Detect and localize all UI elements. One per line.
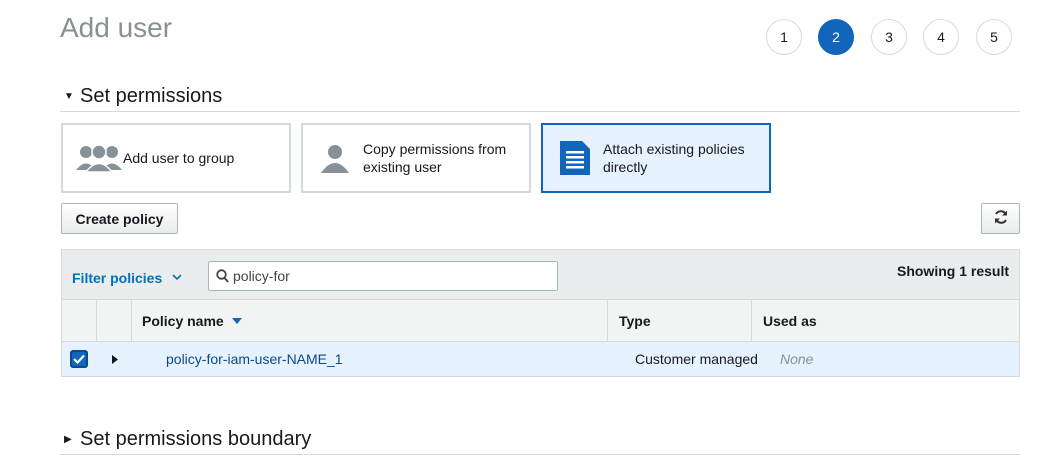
type-column-header[interactable]: Type bbox=[608, 300, 752, 342]
search-input[interactable] bbox=[233, 267, 553, 285]
create-policy-button[interactable]: Create policy bbox=[61, 203, 178, 234]
filter-policies-dropdown[interactable]: Filter policies bbox=[72, 268, 182, 286]
column-label: Type bbox=[619, 313, 651, 329]
table-header: Policy name Type Used as bbox=[62, 300, 1019, 342]
document-icon bbox=[543, 141, 603, 175]
policy-search bbox=[208, 261, 558, 291]
column-label: Policy name bbox=[142, 313, 224, 329]
filter-bar: Filter policies Showing 1 result bbox=[62, 250, 1019, 300]
policy-type: Customer managed bbox=[635, 351, 758, 367]
policy-used-as: None bbox=[780, 351, 814, 367]
row-select-cell bbox=[70, 342, 90, 376]
page-title: Add user bbox=[60, 12, 173, 43]
caret-down-icon: ▼ bbox=[64, 91, 74, 102]
chevron-down-icon bbox=[172, 268, 182, 284]
step-2[interactable]: 2 bbox=[818, 19, 854, 55]
search-icon bbox=[216, 269, 229, 288]
option-label: Attach existing policies directly bbox=[603, 141, 745, 175]
option-label: Add user to group bbox=[123, 150, 235, 166]
row-expand-toggle[interactable] bbox=[97, 342, 132, 376]
attach-policies-option[interactable]: Attach existing policies directly bbox=[541, 123, 771, 193]
result-count: Showing 1 result bbox=[896, 263, 1009, 279]
caret-right-icon bbox=[111, 351, 118, 367]
copy-permissions-option[interactable]: Copy permissions from existing user bbox=[301, 123, 531, 193]
option-label: Copy permissions from existing user bbox=[363, 141, 507, 175]
policies-table: Filter policies Showing 1 result Policy … bbox=[61, 249, 1020, 377]
policy-name-column-header[interactable]: Policy name bbox=[132, 300, 608, 342]
section-title: Set permissions boundary bbox=[80, 428, 312, 450]
used-as-column-header[interactable]: Used as bbox=[752, 300, 1019, 342]
policy-name-link[interactable]: policy-for-iam-user-NAME_1 bbox=[166, 342, 343, 376]
expand-column-header bbox=[97, 300, 132, 342]
step-4[interactable]: 4 bbox=[923, 19, 959, 55]
filter-label: Filter policies bbox=[72, 270, 163, 286]
set-permissions-header[interactable]: ▼ Set permissions bbox=[60, 82, 1020, 112]
step-3[interactable]: 3 bbox=[871, 19, 907, 55]
user-icon bbox=[303, 142, 363, 174]
step-5[interactable]: 5 bbox=[976, 19, 1012, 55]
step-1[interactable]: 1 bbox=[766, 19, 802, 55]
set-permissions-boundary-header[interactable]: ▶ Set permissions boundary bbox=[60, 425, 1020, 455]
sort-down-icon bbox=[231, 318, 242, 324]
group-icon bbox=[63, 142, 123, 174]
row-checkbox[interactable] bbox=[70, 350, 88, 368]
caret-right-icon: ▶ bbox=[64, 434, 72, 445]
add-user-to-group-option[interactable]: Add user to group bbox=[61, 123, 291, 193]
refresh-button[interactable] bbox=[981, 203, 1020, 234]
select-column-header bbox=[62, 300, 97, 342]
refresh-icon bbox=[993, 209, 1009, 228]
column-label: Used as bbox=[763, 313, 817, 329]
table-row[interactable]: policy-for-iam-user-NAME_1 Customer mana… bbox=[62, 342, 1019, 376]
section-title: Set permissions bbox=[80, 85, 223, 107]
